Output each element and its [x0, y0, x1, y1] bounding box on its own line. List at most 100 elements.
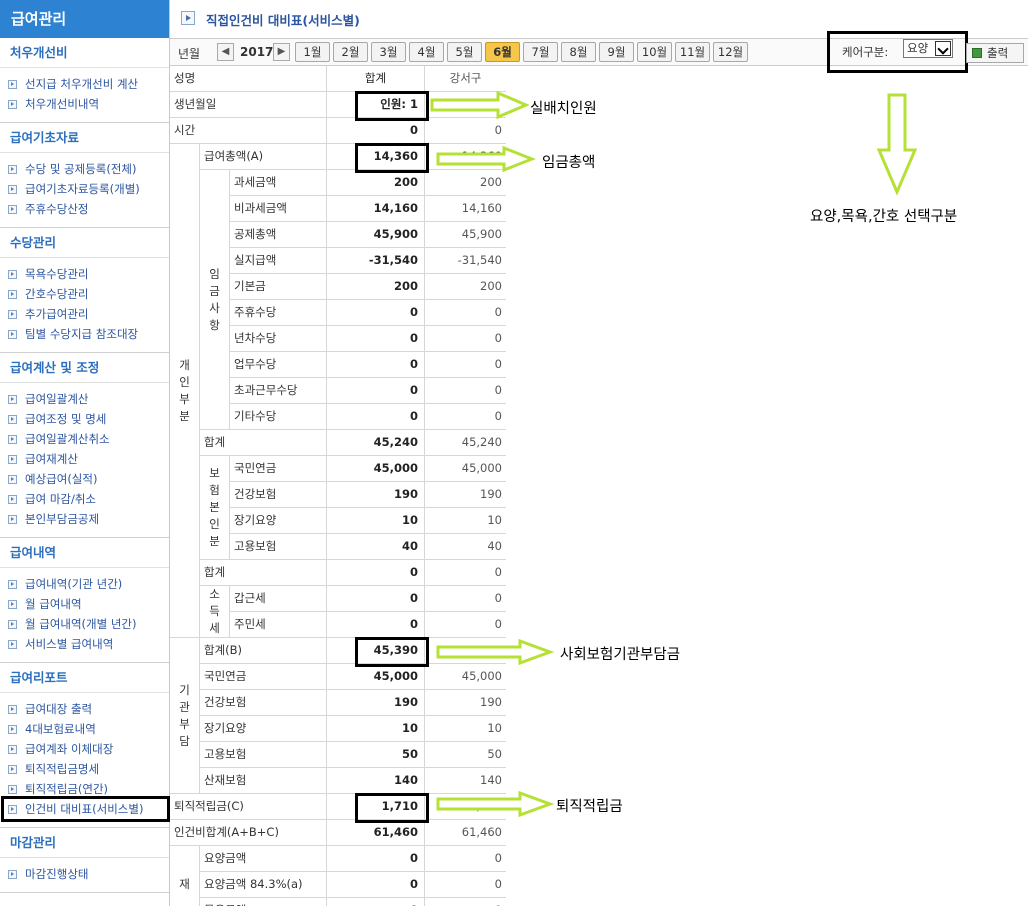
- sidebar-item[interactable]: 수당 및 공제등록(전체): [8, 159, 169, 179]
- month-button[interactable]: 3월: [371, 42, 406, 62]
- column-header-total: 합계: [327, 66, 425, 92]
- care-type-highlight-box: 케어구분: 요양: [827, 31, 968, 73]
- sidebar-group-head[interactable]: 급여기초자료: [0, 123, 169, 153]
- row-region-value: 45,240: [425, 430, 506, 456]
- row-label: 장기요양: [230, 508, 327, 534]
- sidebar-group-head[interactable]: 마감관리: [0, 828, 169, 858]
- month-button[interactable]: 1월: [295, 42, 330, 62]
- sidebar-title: 급여관리: [0, 0, 169, 38]
- group-extra: 재: [170, 846, 200, 906]
- sidebar-group: 급여리포트급여대장 출력 4대보험료내역 급여계좌 이체대장 퇴직적립금명세 퇴직적립금…: [0, 663, 170, 828]
- sidebar-item[interactable]: 서비스별 급여내역: [8, 634, 169, 654]
- annotation-headcount: 실배치인원: [530, 101, 597, 117]
- sidebar-item[interactable]: 급여재계산: [8, 449, 169, 469]
- month-button[interactable]: 12월: [713, 42, 748, 62]
- group-agency-label: 기관부담: [179, 682, 190, 748]
- sidebar-item[interactable]: 퇴직적립금(연간): [8, 779, 169, 799]
- sidebar-item-label: 마감진행상태: [25, 867, 89, 881]
- row-label: 시간: [170, 118, 327, 144]
- sidebar-item[interactable]: 예상급여(실적): [8, 469, 169, 489]
- bullet-arrow-icon: [8, 579, 17, 589]
- annotation-social: 사회보험기관부담금: [560, 647, 681, 663]
- sidebar-item[interactable]: 월 급여내역(개별 년간): [8, 614, 169, 634]
- sidebar-item[interactable]: 월 급여내역: [8, 594, 169, 614]
- sidebar-group-head[interactable]: 급여내역: [0, 538, 169, 568]
- month-button[interactable]: 4월: [409, 42, 444, 62]
- row-total-value: 0: [327, 898, 425, 906]
- row-label: 인건비합계(A+B+C): [170, 820, 327, 846]
- print-button[interactable]: 출력: [966, 43, 1024, 63]
- arrow-right-icon: [436, 638, 555, 666]
- month-button[interactable]: 10월: [637, 42, 672, 62]
- sidebar-item-label: 급여기초자료등록(개별): [25, 182, 140, 196]
- row-total-value: 0: [327, 404, 425, 430]
- bullet-arrow-icon: [8, 269, 17, 279]
- sidebar-group-head[interactable]: 급여계산 및 조정: [0, 353, 169, 383]
- row-total-value: 0: [327, 352, 425, 378]
- bullet-arrow-icon: [8, 639, 17, 649]
- sidebar-item[interactable]: 추가급여관리: [8, 304, 169, 324]
- sidebar-item[interactable]: 마감진행상태: [8, 864, 169, 884]
- sidebar-item[interactable]: 인건비 대비표(서비스별): [1, 796, 170, 822]
- row-region-value: 14,160: [425, 196, 506, 222]
- sidebar-item[interactable]: 주휴수당산정: [8, 199, 169, 219]
- sidebar-item[interactable]: 급여일괄계산: [8, 389, 169, 409]
- sidebar-item[interactable]: 급여기초자료등록(개별): [8, 179, 169, 199]
- sidebar-item[interactable]: 급여일괄계산취소: [8, 429, 169, 449]
- row-total-value: 45,000: [327, 456, 425, 482]
- row-label: 요양금액 84.3%(a): [200, 872, 327, 898]
- month-button[interactable]: 11월: [675, 42, 710, 62]
- sidebar-item[interactable]: 급여 마감/취소: [8, 489, 169, 509]
- sidebar-item[interactable]: 급여대장 출력: [8, 699, 169, 719]
- chevron-down-icon: [935, 41, 951, 56]
- sidebar-item-label: 목욕수당관리: [25, 267, 89, 281]
- bullet-arrow-icon: [8, 414, 17, 424]
- row-label: 목욕금액: [200, 898, 327, 906]
- bullet-arrow-icon: [8, 804, 17, 814]
- row-total-value: 50: [327, 742, 425, 768]
- sidebar-item[interactable]: 본인부담금공제: [8, 509, 169, 529]
- group-income-tax: 소득세: [200, 586, 230, 638]
- sidebar-group-head[interactable]: 처우개선비: [0, 38, 169, 68]
- row-region-value: 0: [425, 872, 506, 898]
- sidebar-item[interactable]: 선지급 처우개선비 계산: [8, 74, 169, 94]
- sidebar-item[interactable]: 급여계좌 이체대장: [8, 739, 169, 759]
- sidebar-item-label: 본인부담금공제: [25, 512, 100, 526]
- group-wage: 임금사항: [200, 170, 230, 430]
- sidebar-item[interactable]: 팀별 수당지급 참조대장: [8, 324, 169, 344]
- month-button[interactable]: 2월: [333, 42, 368, 62]
- bullet-arrow-icon: [8, 869, 17, 879]
- sidebar-group-head[interactable]: 급여리포트: [0, 663, 169, 693]
- sidebar-item-label: 간호수당관리: [25, 287, 89, 301]
- sidebar-item[interactable]: 간호수당관리: [8, 284, 169, 304]
- row-total-value: 0: [327, 872, 425, 898]
- month-button[interactable]: 9월: [599, 42, 634, 62]
- month-button[interactable]: 6월: [485, 42, 520, 62]
- prev-year-button[interactable]: ◀: [217, 43, 234, 61]
- row-label: 생년월일: [170, 92, 327, 118]
- row-region-value: 10: [425, 508, 506, 534]
- value-highlight-box: [355, 143, 429, 173]
- sidebar-item[interactable]: 처우개선비내역: [8, 94, 169, 114]
- row-region-value: 190: [425, 690, 506, 716]
- month-button[interactable]: 5월: [447, 42, 482, 62]
- row-region-value: 45,000: [425, 456, 506, 482]
- sidebar-item[interactable]: 퇴직적립금명세: [8, 759, 169, 779]
- month-button[interactable]: 8월: [561, 42, 596, 62]
- row-total-value: 0: [327, 846, 425, 872]
- month-button[interactable]: 7월: [523, 42, 558, 62]
- annotation-retire: 퇴직적립금: [556, 799, 623, 815]
- sidebar-item-label: 처우개선비내역: [25, 97, 100, 111]
- row-region-value: 0: [425, 352, 506, 378]
- sidebar-item-label: 주휴수당산정: [25, 202, 89, 216]
- next-year-button[interactable]: ▶: [273, 43, 290, 61]
- sidebar-group-head[interactable]: 수당관리: [0, 228, 169, 258]
- row-region-value: 200: [425, 274, 506, 300]
- sidebar-item[interactable]: 급여내역(기관 년간): [8, 574, 169, 594]
- sidebar-item[interactable]: 목욕수당관리: [8, 264, 169, 284]
- care-type-select[interactable]: 요양: [903, 39, 953, 58]
- sidebar-item[interactable]: 급여조정 및 명세: [8, 409, 169, 429]
- sidebar-item[interactable]: 4대보험료내역: [8, 719, 169, 739]
- row-region-value: 0: [425, 586, 506, 612]
- row-region-value: 0: [425, 378, 506, 404]
